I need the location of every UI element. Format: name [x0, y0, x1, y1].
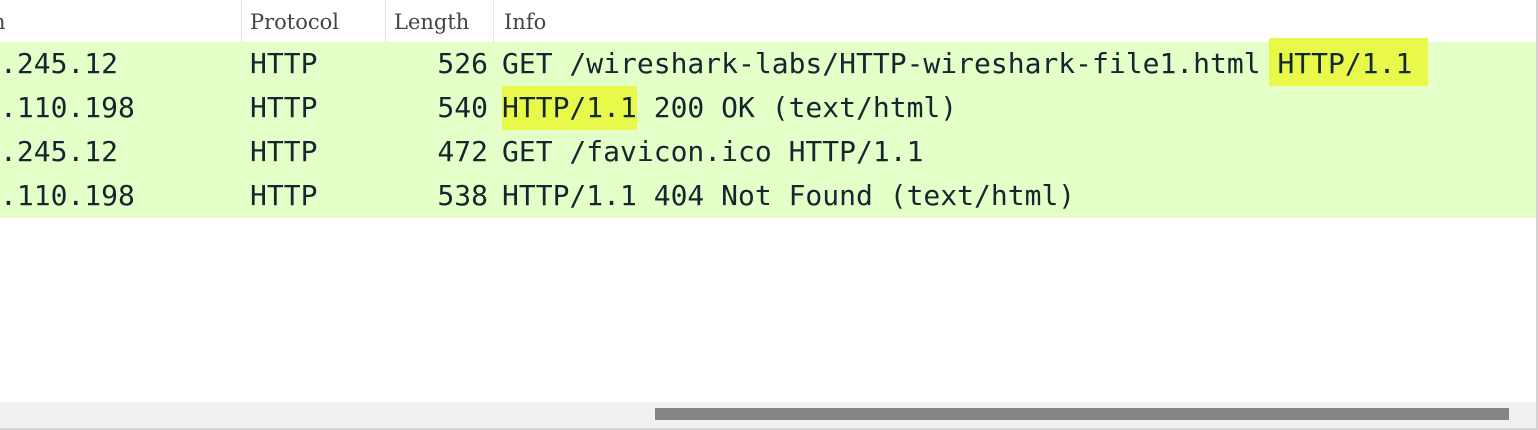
column-header-length[interactable]: Length — [386, 0, 494, 42]
packet-row[interactable]: .110.198 HTTP 538 HTTP/1.1 404 Not Found… — [0, 174, 1536, 218]
packet-row[interactable]: .245.12 HTTP 526 GET /wireshark-labs/HTT… — [0, 38, 1536, 90]
packet-row[interactable]: .110.198 HTTP 540 HTTP/1.1 200 OK (text/… — [0, 86, 1536, 130]
column-header-info[interactable]: Info — [494, 0, 1536, 42]
packet-protocol: HTTP — [250, 91, 318, 124]
packet-destination: .110.198 — [0, 179, 135, 212]
search-match-highlight: HTTP/1.1 — [502, 86, 637, 130]
packet-destination: .245.12 — [0, 47, 119, 80]
packet-list-header: n Protocol Length Info — [0, 0, 1536, 42]
packet-info: GET /wireshark-labs/HTTP-wireshark-file1… — [502, 38, 1429, 90]
scrollbar-thumb[interactable] — [655, 408, 1509, 420]
search-match-highlight: HTTP/1.1 — [1269, 38, 1429, 90]
packet-protocol: HTTP — [250, 47, 318, 80]
packet-info-text: GET /favicon.ico HTTP/1.1 — [502, 135, 924, 168]
packet-info: HTTP/1.1 200 OK (text/html) — [502, 86, 957, 130]
packet-length: 472 — [437, 135, 488, 168]
packet-info-text-after: 200 OK (text/html) — [636, 91, 958, 124]
packet-info: HTTP/1.1 404 Not Found (text/html) — [502, 174, 1075, 218]
column-header-destination[interactable]: n — [0, 0, 242, 42]
packet-length: 540 — [437, 91, 488, 124]
packet-row[interactable]: .245.12 HTTP 472 GET /favicon.ico HTTP/1… — [0, 130, 1536, 174]
packet-rows: .245.12 HTTP 526 GET /wireshark-labs/HTT… — [0, 38, 1536, 218]
column-header-protocol[interactable]: Protocol — [242, 0, 386, 42]
packet-length: 526 — [437, 47, 488, 80]
packet-destination: .245.12 — [0, 135, 119, 168]
packet-info: GET /favicon.ico HTTP/1.1 — [502, 130, 923, 174]
packet-destination: .110.198 — [0, 91, 135, 124]
packet-length: 538 — [437, 179, 488, 212]
horizontal-scrollbar[interactable] — [0, 402, 1536, 428]
packet-protocol: HTTP — [250, 179, 318, 212]
packet-info-text: HTTP/1.1 404 Not Found (text/html) — [502, 179, 1076, 212]
packet-list-pane: n Protocol Length Info .245.12 HTTP 526 … — [0, 0, 1538, 430]
packet-protocol: HTTP — [250, 135, 318, 168]
packet-info-text: GET /wireshark-labs/HTTP-wireshark-file1… — [502, 47, 1278, 80]
